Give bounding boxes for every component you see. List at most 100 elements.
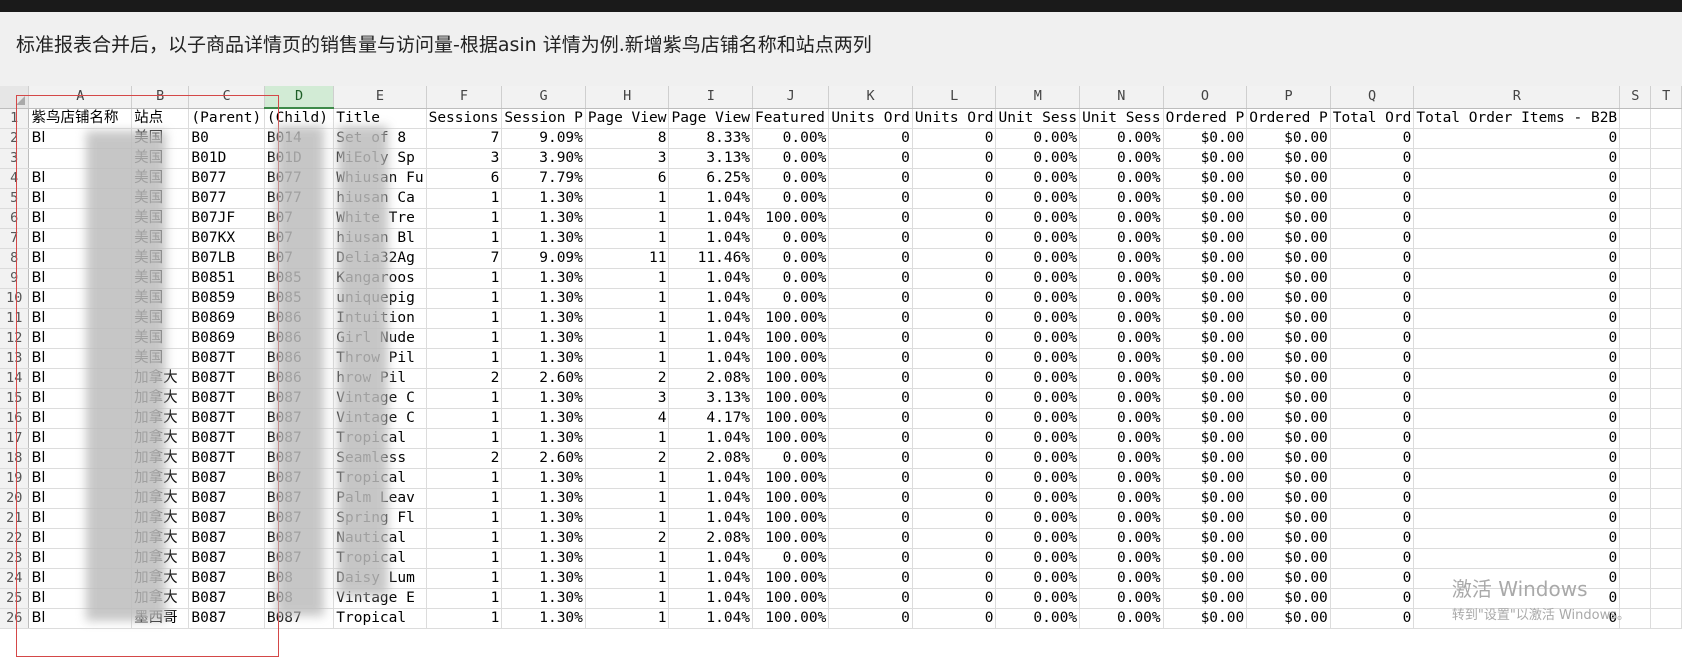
cell[interactable]: 0 [828,548,913,569]
cell[interactable]: uniquepig [333,288,427,309]
cell[interactable]: $0.00 [1246,588,1331,609]
cell[interactable]: 0 [1330,408,1415,429]
cell[interactable] [1619,248,1652,269]
cell[interactable]: 0 [1413,228,1621,249]
column-header-m[interactable]: M [995,86,1081,109]
cell[interactable]: 100.00% [752,408,830,429]
cell[interactable]: B01D [264,148,335,169]
cell[interactable]: 0 [912,368,997,389]
cell[interactable]: Daisy Lum [333,568,427,589]
cell[interactable]: Bl [28,388,133,409]
cell[interactable]: 0 [1413,508,1621,529]
cell[interactable]: 0.00% [752,268,830,289]
cell[interactable] [1650,388,1682,409]
cell[interactable]: B086 [264,308,335,329]
cell[interactable]: 1.30% [501,328,586,349]
cell[interactable]: $0.00 [1163,508,1248,529]
cell[interactable]: $0.00 [1246,268,1331,289]
cell[interactable]: 0.00% [995,388,1081,409]
cell[interactable]: 100.00% [752,208,830,229]
cell[interactable] [1650,328,1682,349]
cell[interactable]: 2 [585,368,670,389]
cell[interactable] [1619,328,1652,349]
cell[interactable]: B087 [188,528,265,549]
cell[interactable]: 0 [912,268,997,289]
cell[interactable] [1650,608,1682,629]
cell[interactable] [1650,148,1682,169]
cell[interactable]: Units Ord [912,108,997,129]
cell[interactable]: B077 [264,188,335,209]
cell[interactable] [1650,588,1682,609]
cell[interactable]: 2.08% [668,528,754,549]
row-number[interactable]: 10 [0,288,30,309]
cell[interactable]: 6 [426,168,503,189]
cell[interactable]: 0.00% [1079,488,1164,509]
cell[interactable]: 1 [426,528,503,549]
cell[interactable]: B08 [264,588,335,609]
cell[interactable]: 0.00% [1079,428,1164,449]
cell[interactable]: B07 [264,208,335,229]
cell[interactable]: B014 [264,128,335,149]
cell[interactable]: 100.00% [752,588,830,609]
cell[interactable]: Ordered P [1246,108,1331,129]
cell[interactable]: 0.00% [1079,348,1164,369]
cell[interactable]: 1.30% [501,508,586,529]
cell[interactable]: B0869 [188,328,265,349]
cell[interactable]: 0.00% [995,608,1081,629]
cell[interactable]: 1 [426,208,503,229]
cell[interactable]: 加拿大 [131,368,190,389]
cell[interactable]: 1.04% [668,348,754,369]
cell[interactable]: Bl [28,188,133,209]
cell[interactable]: 1 [426,288,503,309]
cell[interactable]: 0 [1413,608,1621,629]
cell[interactable]: $0.00 [1163,288,1248,309]
cell[interactable]: 0 [1330,388,1415,409]
cell[interactable]: $0.00 [1163,388,1248,409]
column-header-o[interactable]: O [1163,86,1248,109]
cell[interactable]: $0.00 [1163,268,1248,289]
cell[interactable]: 1.30% [501,228,586,249]
cell[interactable]: 1.30% [501,288,586,309]
cell[interactable]: $0.00 [1246,528,1331,549]
cell[interactable] [1619,108,1652,129]
cell[interactable]: B086 [264,368,335,389]
cell[interactable]: $0.00 [1163,248,1248,269]
row-number[interactable]: 8 [0,248,30,269]
cell[interactable]: 0 [912,428,997,449]
cell[interactable]: Units Ord [828,108,913,129]
cell[interactable]: $0.00 [1246,408,1331,429]
cell[interactable]: 1 [585,568,670,589]
cell[interactable]: 1.04% [668,268,754,289]
cell[interactable] [1650,308,1682,329]
cell[interactable]: hiusan Bl [333,228,427,249]
row-number[interactable]: 19 [0,468,30,489]
cell[interactable]: Vintage E [333,588,427,609]
cell[interactable]: (Parent) [188,108,265,129]
cell[interactable]: 1 [426,568,503,589]
cell[interactable]: 7 [426,128,503,149]
cell[interactable]: 1.30% [501,608,586,629]
row-number[interactable]: 18 [0,448,30,469]
cell[interactable]: B01D [188,148,265,169]
cell[interactable]: 紫鸟店铺名称 [28,108,133,129]
cell[interactable]: 1 [585,308,670,329]
cell[interactable]: B087 [188,488,265,509]
row-number[interactable]: 11 [0,308,30,329]
cell[interactable]: 0 [1413,328,1621,349]
cell[interactable]: 0 [912,148,997,169]
cell[interactable]: Sessions [426,108,503,129]
cell[interactable] [1619,448,1652,469]
cell[interactable]: 0 [828,608,913,629]
cell[interactable]: Bl [28,368,133,389]
cell[interactable]: $0.00 [1163,348,1248,369]
cell[interactable]: 100.00% [752,508,830,529]
cell[interactable]: Set of 8 [333,128,427,149]
cell[interactable]: Total Order Items - B2B [1413,108,1621,129]
column-header-b[interactable]: B [131,86,190,109]
cell[interactable]: 0 [1330,308,1415,329]
cell[interactable]: 0 [828,308,913,329]
cell[interactable]: 2.08% [668,368,754,389]
cell[interactable]: 加拿大 [131,508,190,529]
cell[interactable]: 100.00% [752,488,830,509]
cell[interactable]: $0.00 [1246,328,1331,349]
